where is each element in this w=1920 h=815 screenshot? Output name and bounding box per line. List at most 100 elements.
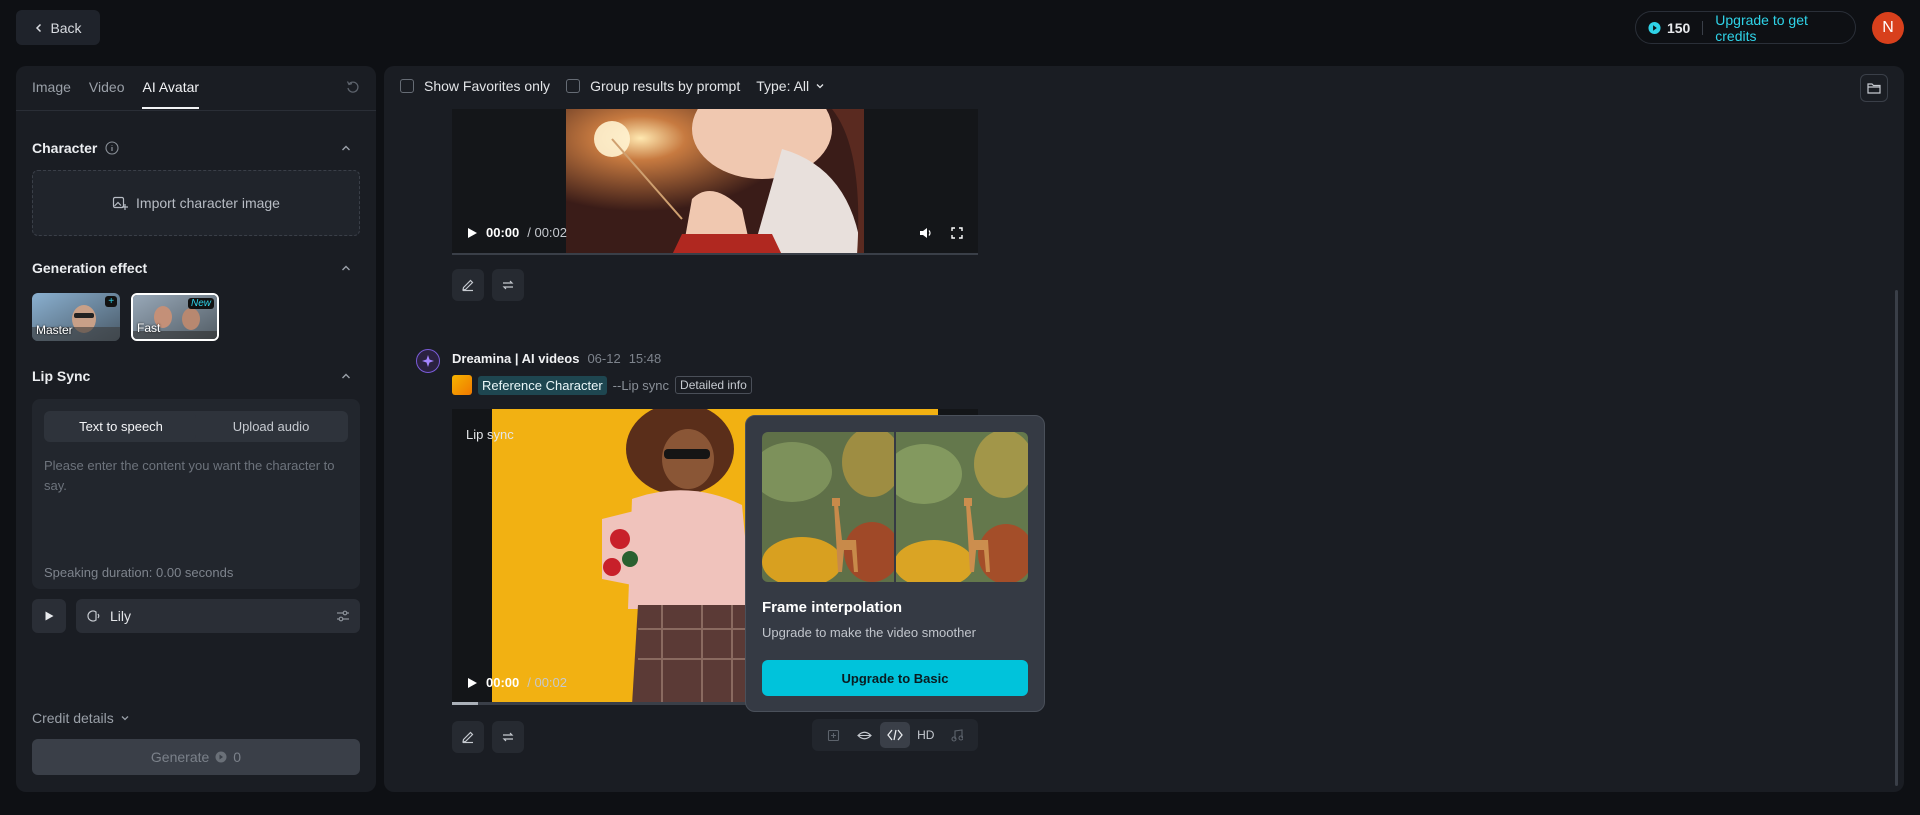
speech-text-input[interactable]: Please enter the content you want the ch… — [44, 456, 348, 496]
video-2-progress-fill — [452, 702, 479, 705]
lip-sync-tool-button[interactable] — [849, 722, 879, 748]
fast-label: Fast — [137, 321, 161, 335]
import-character-label: Import character image — [136, 195, 280, 211]
filter-bar: Show Favorites only Group results by pro… — [400, 78, 841, 94]
back-label: Back — [50, 19, 82, 36]
play-icon[interactable] — [466, 227, 478, 239]
result-date: 06-12 — [587, 351, 621, 366]
favorites-checkbox[interactable] — [400, 79, 414, 93]
video-2-controls: 00:00 / 00:02 — [466, 675, 567, 690]
import-character-button[interactable]: Import character image — [32, 170, 360, 236]
reference-character-tag[interactable]: Reference Character — [478, 375, 607, 395]
video-1-duration: / 00:02 — [527, 225, 568, 240]
author-name: Dreamina | AI videos — [452, 351, 580, 366]
generation-effect-title: Generation effect — [32, 260, 148, 276]
tab-ai-avatar[interactable]: AI Avatar — [142, 79, 200, 109]
character-title: Character — [32, 140, 98, 156]
image-add-icon — [112, 196, 129, 210]
regenerate-button-2[interactable] — [492, 721, 524, 753]
popup-subtitle: Upgrade to make the video smoother — [762, 625, 976, 640]
generate-cost: 0 — [233, 749, 242, 765]
info-icon[interactable] — [105, 141, 119, 155]
upload-audio-tab[interactable]: Upload audio — [196, 413, 346, 440]
effect-option-fast[interactable]: New Fast — [131, 293, 219, 341]
favorites-filter[interactable]: Show Favorites only — [400, 78, 550, 94]
hd-tool-button[interactable]: HD — [911, 722, 941, 748]
giraffe-after-image — [896, 432, 1028, 582]
lip-sync-box: Text to speech Upload audio Please enter… — [32, 399, 360, 589]
tab-divider — [16, 110, 376, 111]
lip-sync-title: Lip Sync — [32, 368, 91, 384]
reference-thumbnail-image — [452, 375, 472, 395]
dreamina-logo-icon — [416, 349, 440, 373]
credit-details-label: Credit details — [32, 710, 114, 726]
frame-interpolation-icon — [887, 729, 903, 741]
results-panel: Show Favorites only Group results by pro… — [384, 66, 1904, 792]
regenerate-icon — [502, 732, 514, 742]
credits-pill[interactable]: 150 Upgrade to get credits — [1635, 11, 1856, 44]
edit-button-1[interactable] — [452, 269, 484, 301]
fast-new-badge: New — [187, 298, 214, 309]
extend-tool-button[interactable] — [818, 722, 848, 748]
volume-icon[interactable] — [919, 227, 933, 239]
generate-button[interactable]: Generate 0 — [32, 739, 360, 775]
prompt-line: Reference Character --Lip sync Detailed … — [452, 375, 752, 395]
frame-interpolation-tool-button[interactable] — [879, 722, 910, 748]
reset-icon[interactable] — [346, 80, 360, 94]
result-time: 15:48 — [628, 351, 662, 366]
speaking-duration: Speaking duration: 0.00 seconds — [44, 565, 234, 580]
generation-effect-collapse-icon[interactable] — [340, 262, 352, 274]
regenerate-button-1[interactable] — [492, 269, 524, 301]
video-1-progress[interactable] — [452, 253, 978, 255]
result-author-line: Dreamina | AI videos 06-12 15:48 — [452, 351, 661, 366]
frame-interpolation-preview — [762, 432, 1028, 582]
mode-tabs: Image Video AI Avatar — [32, 79, 200, 109]
voice-selector[interactable]: Lily — [76, 599, 360, 633]
results-scrollbar[interactable] — [1895, 290, 1898, 786]
voice-name: Lily — [110, 608, 132, 624]
video-tools-toolbar: HD — [812, 719, 978, 751]
type-filter-label: Type: All — [756, 78, 810, 94]
lip-sync-collapse-icon[interactable] — [340, 370, 352, 382]
lip-sync-mode-text: --Lip sync — [612, 377, 670, 393]
tab-image[interactable]: Image — [32, 79, 71, 109]
group-filter[interactable]: Group results by prompt — [566, 78, 740, 94]
effect-option-master[interactable]: + Master — [32, 293, 120, 341]
popup-title: Frame interpolation — [762, 599, 903, 616]
credit-details-toggle[interactable]: Credit details — [32, 710, 130, 726]
edit-button-2[interactable] — [452, 721, 484, 753]
giraffe-before-image — [762, 432, 894, 582]
lip-sync-overlay-label: Lip sync — [466, 427, 514, 442]
back-button[interactable]: Back — [16, 10, 100, 45]
master-plus-badge: + — [105, 296, 117, 307]
group-checkbox[interactable] — [566, 79, 581, 93]
play-icon[interactable] — [466, 677, 478, 689]
credit-coin-icon — [1648, 21, 1661, 34]
voice-preview-play-button[interactable] — [32, 599, 66, 633]
generate-label: Generate — [150, 749, 210, 765]
music-icon — [951, 728, 963, 742]
edit-icon — [462, 731, 474, 744]
edit-icon — [462, 279, 474, 292]
user-avatar[interactable]: N — [1872, 12, 1904, 44]
tab-video[interactable]: Video — [89, 79, 125, 109]
sliders-icon[interactable] — [336, 609, 350, 623]
play-icon — [45, 611, 54, 621]
upgrade-to-basic-button[interactable]: Upgrade to Basic — [762, 660, 1028, 696]
folder-icon — [1867, 83, 1881, 94]
upgrade-credits-link[interactable]: Upgrade to get credits — [1715, 12, 1843, 44]
credit-coin-icon — [215, 751, 227, 763]
master-label: Master — [36, 323, 73, 337]
video-player-1[interactable]: 00:00 / 00:02 — [452, 109, 978, 255]
type-filter-dropdown[interactable]: Type: All — [756, 78, 825, 94]
extend-icon — [827, 729, 839, 741]
chevron-down-icon — [121, 716, 129, 721]
text-to-speech-tab[interactable]: Text to speech — [46, 413, 196, 440]
fullscreen-icon[interactable] — [951, 227, 963, 239]
detailed-info-button[interactable]: Detailed info — [675, 376, 752, 394]
credits-count: 150 — [1666, 19, 1691, 36]
group-label: Group results by prompt — [590, 78, 741, 94]
character-collapse-icon[interactable] — [340, 142, 352, 154]
folder-button[interactable] — [1860, 74, 1888, 102]
music-tool-button[interactable] — [942, 722, 972, 748]
